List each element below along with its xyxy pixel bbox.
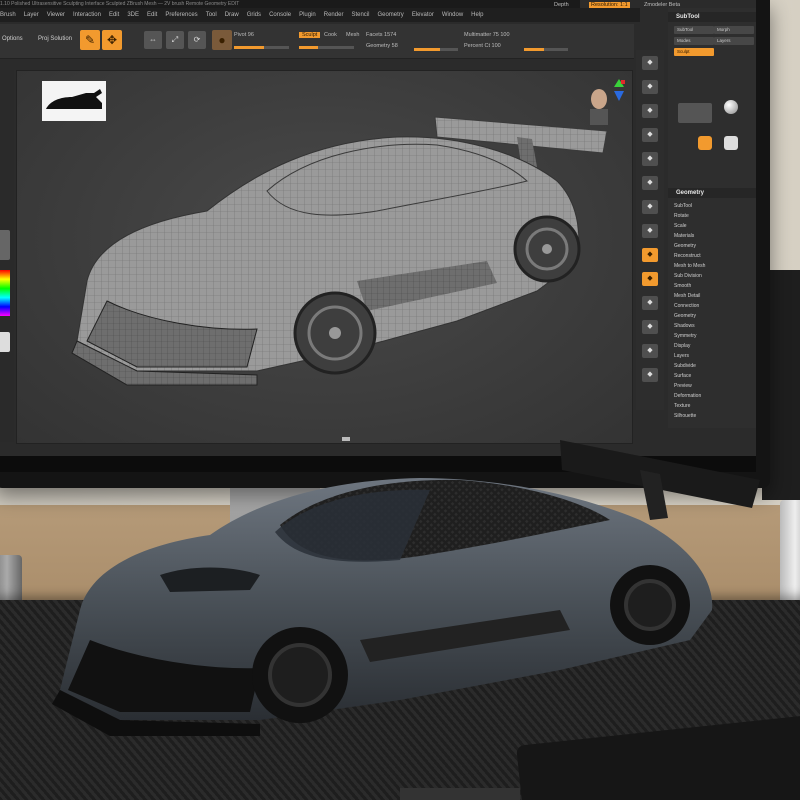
- scale-model-car: [52, 440, 760, 736]
- scene: 1.10 Polished Ultrasensitive Sculpting I…: [0, 0, 800, 800]
- keyboard: [400, 788, 520, 800]
